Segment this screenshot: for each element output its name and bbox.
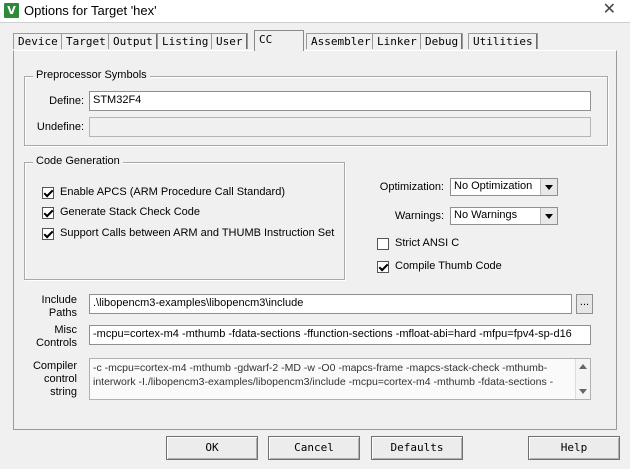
tab-utilities[interactable]: Utilities: [468, 33, 538, 49]
stack-check-label: Generate Stack Check Code: [60, 206, 201, 218]
tab-assembler[interactable]: Assembler: [306, 33, 376, 49]
warnings-label: Warnings:: [394, 210, 444, 222]
ok-button[interactable]: OK: [166, 436, 258, 460]
compiler-control-string-label: Compiler control string: [32, 360, 77, 398]
chevron-down-icon: [540, 179, 557, 195]
stack-check-checkbox[interactable]: [42, 207, 54, 219]
cancel-button[interactable]: Cancel: [268, 436, 360, 460]
define-field[interactable]: STM32F4: [89, 91, 591, 111]
chevron-down-icon: [540, 208, 557, 224]
tab-cc[interactable]: CC: [254, 30, 304, 51]
defaults-button[interactable]: Defaults: [371, 436, 463, 460]
close-icon[interactable]: ✕: [603, 1, 616, 19]
compile-thumb-label: Compile Thumb Code: [395, 260, 502, 272]
include-paths-browse-button[interactable]: ...: [576, 294, 593, 314]
warnings-value: No Warnings: [454, 209, 518, 221]
warnings-select[interactable]: No Warnings: [450, 207, 558, 225]
undefine-label: Undefine:: [36, 121, 84, 133]
tab-listing[interactable]: Listing: [157, 33, 214, 49]
define-label: Define:: [49, 95, 84, 107]
tab-linker[interactable]: Linker: [372, 33, 422, 49]
optimization-label: Optimization:: [379, 181, 444, 193]
tab-output[interactable]: Output: [108, 33, 158, 49]
arm-thumb-interwork-checkbox[interactable]: [42, 228, 54, 240]
app-logo-icon: V: [4, 3, 19, 18]
code-generation-group: Code Generation: [24, 155, 345, 280]
tab-user[interactable]: User: [211, 33, 248, 49]
compiler-control-line-1: -c -mcpu=cortex-m4 -mthumb -gdwarf-2 -MD…: [93, 362, 548, 374]
misc-controls-field[interactable]: -mcpu=cortex-m4 -mthumb -fdata-sections …: [89, 325, 591, 345]
tab-device[interactable]: Device: [13, 33, 63, 49]
compiler-control-scrollbar[interactable]: [575, 359, 590, 399]
strict-ansi-checkbox[interactable]: [377, 238, 389, 250]
enable-apcs-label: Enable APCS (ARM Procedure Call Standard…: [60, 186, 285, 198]
optimization-select[interactable]: No Optimization: [450, 178, 558, 196]
include-paths-label: Include Paths: [41, 294, 77, 319]
title-bar: V Options for Target 'hex' ✕: [0, 0, 630, 23]
window-title: Options for Target 'hex': [24, 3, 157, 18]
code-generation-title: Code Generation: [33, 155, 123, 167]
tab-target[interactable]: Target: [61, 33, 111, 49]
compiler-control-line-2: interwork -I./libopencm3-examples/libope…: [93, 376, 554, 388]
optimization-value: No Optimization: [454, 180, 533, 192]
arm-thumb-interwork-label: Support Calls between ARM and THUMB Inst…: [60, 227, 335, 239]
scroll-down-icon[interactable]: [579, 389, 587, 394]
enable-apcs-checkbox[interactable]: [42, 187, 54, 199]
misc-controls-label: Misc Controls: [36, 324, 77, 349]
compile-thumb-checkbox[interactable]: [377, 261, 389, 273]
scroll-up-icon[interactable]: [579, 364, 587, 369]
strict-ansi-label: Strict ANSI C: [395, 237, 460, 249]
preprocessor-symbols-title: Preprocessor Symbols: [33, 69, 150, 81]
undefine-field[interactable]: [89, 117, 591, 137]
tab-debug[interactable]: Debug: [420, 33, 464, 49]
compiler-control-string-field[interactable]: -c -mcpu=cortex-m4 -mthumb -gdwarf-2 -MD…: [89, 358, 591, 400]
include-paths-field[interactable]: .\libopencm3-examples\libopencm3\include: [89, 294, 572, 314]
help-button[interactable]: Help: [528, 436, 620, 460]
